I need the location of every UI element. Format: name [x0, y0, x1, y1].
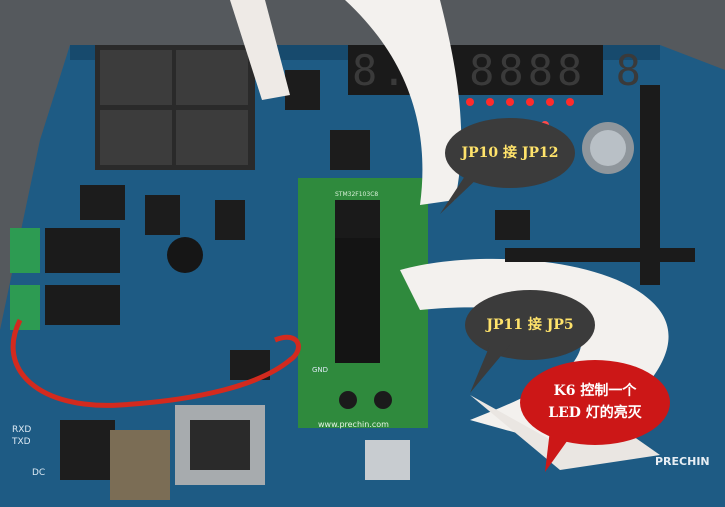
callout-text-k6-line2: LED 灯的亮灭 [548, 405, 642, 421]
relay [45, 228, 120, 273]
dc-jack [60, 420, 115, 480]
buzzer [167, 237, 203, 273]
led-dot-matrix [95, 45, 255, 170]
mcu-label: STM32F103C8 [335, 191, 378, 198]
terminal-block [10, 228, 40, 273]
brand-label: PRECHIN [655, 455, 710, 468]
callout-k6: K6 控制一个 LED 灯的亮灭 [520, 360, 670, 472]
callout-jp10: JP10 接 JP12 [440, 118, 575, 214]
port-label: GND [312, 366, 328, 374]
callout-pointer [545, 430, 575, 472]
pin-header [505, 248, 695, 262]
callout-jp11: JP11 接 JP5 [465, 290, 595, 393]
relay [45, 285, 120, 325]
port-label: DC [32, 468, 45, 478]
callout-text-k6-line1: K6 控制一个 [553, 383, 637, 399]
mcu-core-board [298, 178, 428, 428]
usb-port [365, 440, 410, 480]
usb-cable-connector [110, 430, 170, 500]
callout-text-jp10: JP10 接 JP12 [461, 145, 559, 161]
terminal-block [10, 285, 40, 330]
port-label: RXD [12, 425, 31, 435]
port-label: TXD [11, 437, 31, 447]
photo-scene: 8.8.8888 8 STM32F103C8 www.prechin.com R… [0, 0, 725, 507]
callout-text-jp11: JP11 接 JP5 [486, 317, 574, 333]
site-label: www.prechin.com [318, 420, 389, 429]
